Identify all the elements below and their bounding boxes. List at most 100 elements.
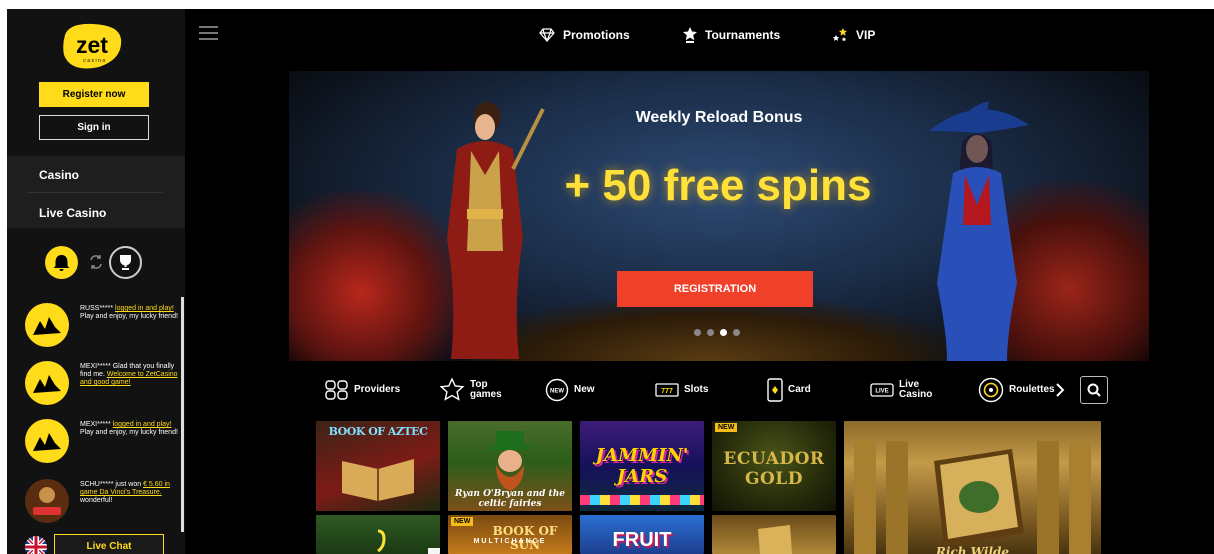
game-tile[interactable]: BOOK OF AZTEC [316,421,440,511]
nav-label: Promotions [563,28,630,42]
book-art [342,459,414,501]
live-icon: LIVE [870,383,894,397]
star-trophy-icon [683,27,697,43]
trophy-icon[interactable] [109,246,142,279]
svg-text:casino: casino [83,58,106,64]
svg-text:777: 777 [661,388,673,395]
feed-user: SCHU***** [80,481,114,488]
tile-overlay [428,548,440,554]
game-title: FRUIT [612,529,672,551]
roulette-icon [978,377,1004,403]
category-label: Top games [470,379,502,400]
nav-vip[interactable]: VIP [832,26,875,44]
slots-icon: 777 [655,383,679,397]
game-tile[interactable]: NEW ECUADOR GOLD [712,421,836,511]
feed-message: Play and enjoy, my lucky friend! [80,313,178,320]
game-title: ECUADOR GOLD [723,449,825,489]
category-label: Roulettes [1009,384,1055,395]
category-label: Slots [684,384,709,395]
category-label: Card [788,384,811,395]
nav-label: VIP [856,28,876,42]
feed-message: wonderful! [80,497,113,504]
uk-flag-icon[interactable] [25,536,47,554]
game-tile[interactable]: FRUIT [580,515,704,554]
sidebar-item-live-casino[interactable]: Live Casino [39,206,106,220]
tile-decor [758,525,792,554]
sign-in-button[interactable]: Sign in [39,115,149,140]
card-icon [767,378,783,402]
category-card[interactable]: Card [767,375,811,405]
game-tile[interactable] [712,515,836,554]
banner-subtitle: Weekly Reload Bonus [635,109,803,126]
search-icon [1087,383,1101,397]
feed-item: SCHU***** just won € 5.60 in game Da Vin… [25,477,175,523]
category-label: New [574,384,595,395]
banner-title: + 50 free spins [564,161,872,210]
new-badge: NEW [715,423,738,432]
carousel-dot[interactable] [707,329,714,336]
zet-avatar-icon [25,419,69,463]
carousel-dots [694,329,740,336]
wizard-illustration [447,101,545,359]
sidebar-item-casino[interactable]: Casino [39,168,79,182]
carousel-dot-active[interactable] [720,329,727,336]
search-button[interactable] [1080,376,1108,404]
category-providers[interactable]: Providers [325,375,400,405]
category-label: Providers [354,384,401,395]
category-live-casino[interactable]: LIVE Live Casino [870,375,932,405]
carousel-dot[interactable] [733,329,740,336]
star-icon [439,378,465,401]
category-bar: Providers Top games NEW New 777 Slots Ca… [323,375,1108,405]
tile-decor [580,495,704,505]
category-roulettes[interactable]: Roulettes [978,375,1055,405]
svg-text:NEW: NEW [550,389,564,395]
category-slots[interactable]: 777 Slots [655,375,708,405]
game-subtitle: MULTICHANCE [473,538,547,545]
feed-toggle [45,246,145,280]
bell-icon[interactable] [45,246,78,279]
game-title: BOOK OF AZTEC [328,425,428,438]
zet-avatar-icon [25,361,69,405]
diamond-icon [539,28,555,42]
hero-banner[interactable]: Weekly Reload Bonus + 50 free spins REGI… [289,71,1149,361]
feed-user: MEXI***** [80,421,111,428]
zet-casino-logo[interactable]: zet casino [59,21,125,71]
game-title: Ryan O'Bryan and the celtic fairies [455,489,565,509]
feed-message: Play and enjoy, my lucky friend! [80,429,178,436]
feed-user: RUSS***** [80,305,114,312]
category-top-games[interactable]: Top games [439,375,502,405]
feed-link[interactable]: logged in and play! [113,421,172,428]
game-tile[interactable] [316,515,440,554]
game-tile-large[interactable]: Rich Wilde [844,421,1101,554]
leprechaun-art [490,431,530,491]
category-label: Live Casino [899,379,933,400]
game-tile[interactable]: JAMMIN' JARS [580,421,704,511]
chevron-right-icon[interactable] [1053,382,1067,398]
register-now-button[interactable]: Register now [39,82,149,107]
hamburger-menu-icon[interactable] [199,26,218,41]
sidebar: zet casino Register now Sign in Casino L… [7,9,185,554]
feed-item: MEXI***** Glad that you finally find me.… [25,359,178,405]
live-chat-button[interactable]: Live Chat [54,534,164,554]
game-thumbnail[interactable] [25,479,69,523]
registration-button[interactable]: REGISTRATION [617,271,813,307]
nav-label: Tournaments [705,28,781,42]
feed-item: RUSS***** logged in and play! Play and e… [25,301,178,347]
svg-text:LIVE: LIVE [875,389,888,395]
game-tile[interactable]: NEW BOOK OF SUN MULTICHANCE [448,515,572,554]
activity-feed: RUSS***** logged in and play! Play and e… [7,299,183,529]
feed-item: MEXI***** logged in and play! Play and e… [25,417,178,463]
feed-scrollbar[interactable] [181,297,184,532]
game-tile[interactable]: Ryan O'Bryan and the celtic fairies [448,421,572,511]
feed-message: just won [115,481,142,488]
category-new[interactable]: NEW New [545,375,595,405]
swap-icon[interactable] [88,254,104,270]
carousel-dot[interactable] [694,329,701,336]
feed-link[interactable]: logged in and play! [115,305,174,312]
svg-text:zet: zet [76,32,108,58]
game-title: Rich Wilde [935,545,1010,554]
nav-tournaments[interactable]: Tournaments [683,26,780,44]
nav-promotions[interactable]: Promotions [539,26,630,44]
witch-illustration [929,101,1029,361]
stars-icon [832,28,847,42]
